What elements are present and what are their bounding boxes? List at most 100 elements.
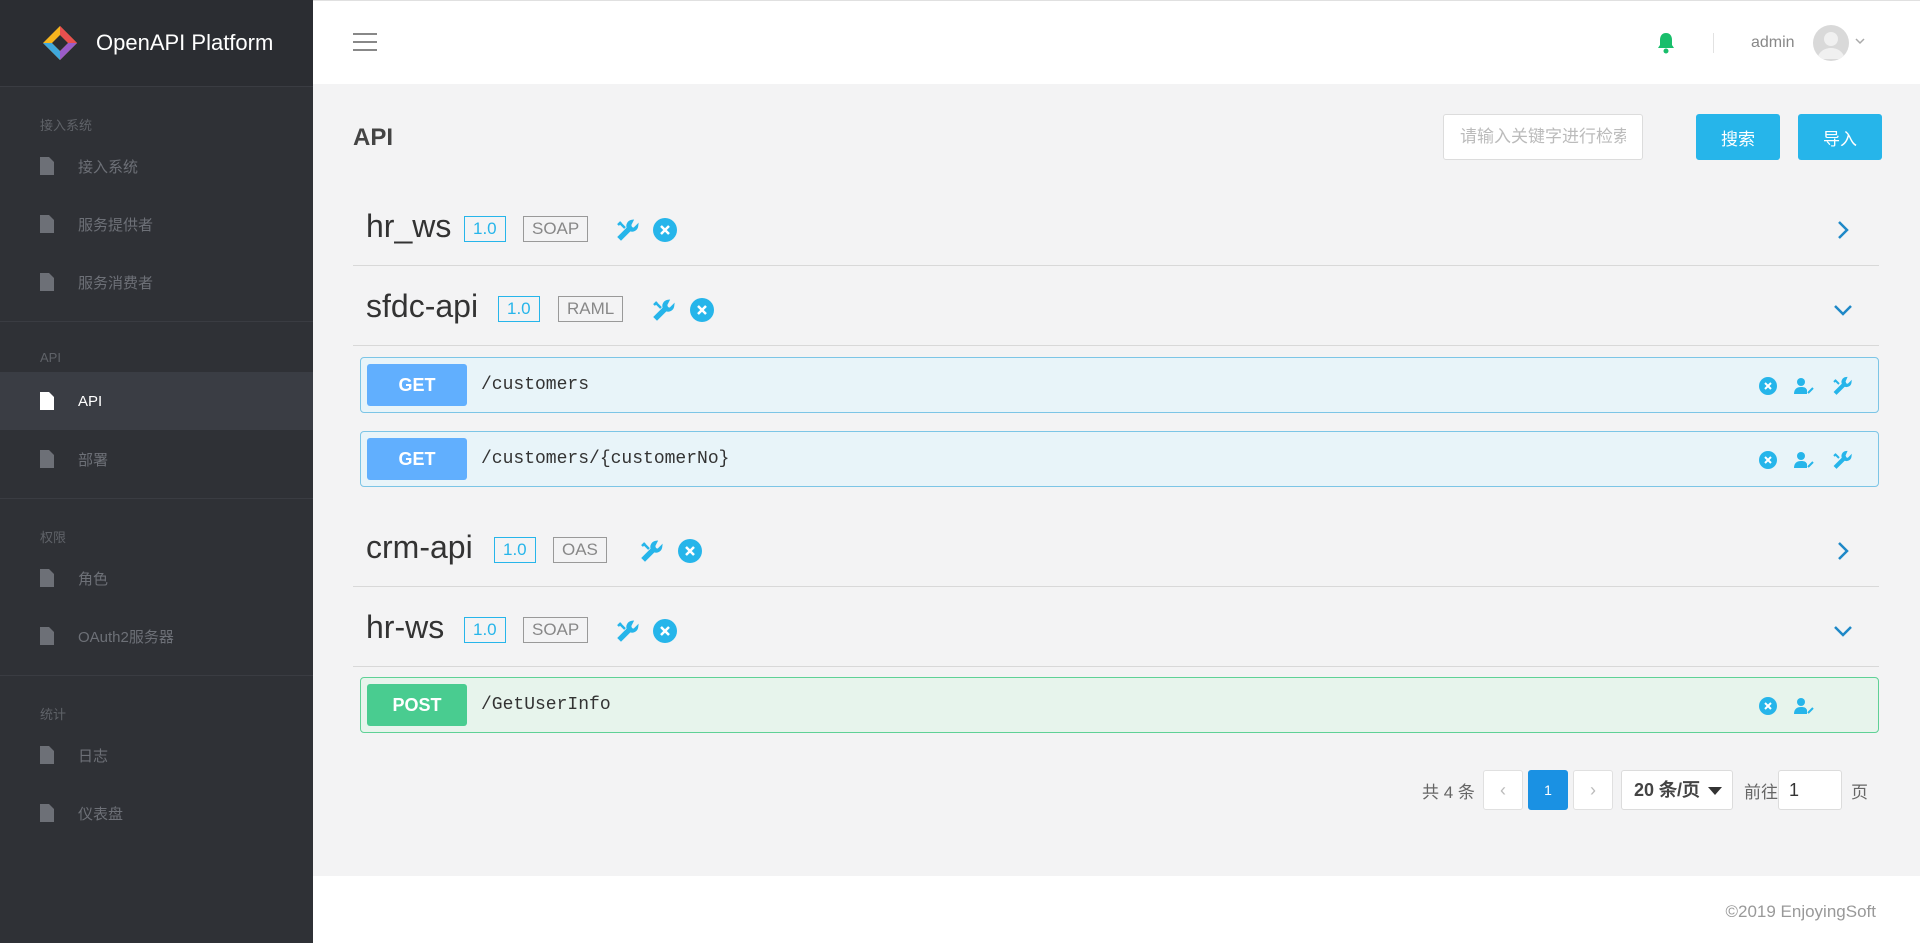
type-tag: OAS: [553, 537, 607, 563]
wrench-icon[interactable]: [615, 217, 641, 243]
version-tag: 1.0: [494, 537, 536, 563]
operation-row[interactable]: GET /customers: [360, 357, 1879, 413]
sidebar-item-access-system[interactable]: 接入系统: [0, 137, 313, 195]
wrench-icon[interactable]: [615, 618, 641, 644]
brand: OpenAPI Platform: [0, 0, 313, 86]
api-header-hr-ws[interactable]: hr-ws 1.0 SOAP: [353, 587, 1879, 667]
user-edit-icon[interactable]: [1793, 449, 1815, 471]
chevron-right-icon[interactable]: [1831, 218, 1855, 242]
sidebar-group-stats: 统计 日志 仪表盘: [0, 675, 313, 852]
footer: ©2019 EnjoyingSoft: [313, 876, 1920, 943]
menu-icon[interactable]: [353, 33, 377, 53]
wrench-icon[interactable]: [639, 538, 665, 564]
file-icon: [40, 627, 54, 645]
file-icon: [40, 392, 54, 410]
search-input[interactable]: [1443, 114, 1643, 160]
api-name: hr_ws: [366, 208, 452, 244]
page-title: API: [353, 124, 394, 151]
app-title: OpenAPI Platform: [96, 30, 274, 55]
chevron-down-icon[interactable]: [1854, 35, 1866, 47]
sidebar-item-label: 部署: [78, 451, 109, 469]
sidebar-item-provider[interactable]: 服务提供者: [0, 195, 313, 253]
sidebar-group-permission: 权限 角色 OAuth2服务器: [0, 498, 313, 675]
type-tag: SOAP: [523, 216, 589, 242]
operation-path: /customers/{customerNo}: [481, 449, 730, 469]
sidebar-item-dashboard[interactable]: 仪表盘: [0, 784, 313, 842]
sidebar-item-label: API: [78, 392, 103, 410]
sidebar-item-log[interactable]: 日志: [0, 726, 313, 784]
sidebar: OpenAPI Platform 接入系统 接入系统 服务提供者 服务消费者 A…: [0, 0, 313, 943]
file-icon: [40, 273, 54, 291]
api-name: hr-ws: [366, 609, 445, 645]
sidebar-item-label: 日志: [78, 747, 109, 765]
close-circle-icon[interactable]: [652, 217, 678, 243]
close-circle-icon[interactable]: [652, 618, 678, 644]
api-header-crm-api[interactable]: crm-api 1.0 OAS: [353, 507, 1879, 587]
file-icon: [40, 215, 54, 233]
pagination-next-button[interactable]: ›: [1573, 770, 1613, 810]
sidebar-item-consumer[interactable]: 服务消费者: [0, 253, 313, 311]
close-circle-icon[interactable]: [677, 538, 703, 564]
operation-row[interactable]: GET /customers/{customerNo}: [360, 431, 1879, 487]
operation-path: /customers: [481, 375, 590, 395]
operation-path: /GetUserInfo: [481, 695, 611, 715]
wrench-icon[interactable]: [1831, 375, 1853, 397]
chevron-right-icon[interactable]: [1831, 539, 1855, 563]
username[interactable]: admin: [1751, 34, 1795, 52]
api-header-sfdc-api[interactable]: sfdc-api 1.0 RAML: [353, 266, 1879, 346]
close-circle-icon[interactable]: [1757, 375, 1779, 397]
operation-row[interactable]: POST /GetUserInfo: [360, 677, 1879, 733]
type-tag: RAML: [558, 296, 624, 322]
sidebar-group-title: API: [40, 350, 61, 365]
sidebar-item-label: 接入系统: [78, 158, 139, 176]
close-circle-icon[interactable]: [1757, 695, 1779, 717]
sidebar-item-label: OAuth2服务器: [78, 628, 174, 646]
sidebar-group-api: API API 部署: [0, 321, 313, 498]
close-circle-icon[interactable]: [689, 297, 715, 323]
page-suffix-label: 页: [1851, 783, 1868, 802]
method-badge: GET: [367, 438, 467, 480]
page-size-select[interactable]: 20 条/页: [1621, 770, 1733, 810]
version-tag: 1.0: [464, 617, 506, 643]
version-tag: 1.0: [464, 216, 506, 242]
file-icon: [40, 450, 54, 468]
version-tag: 1.0: [498, 296, 540, 322]
import-button[interactable]: 导入: [1798, 114, 1882, 160]
api-name: sfdc-api: [366, 288, 479, 324]
method-badge: GET: [367, 364, 467, 406]
pagination-total: 共 4 条: [1422, 783, 1475, 802]
close-circle-icon[interactable]: [1757, 449, 1779, 471]
pagination-page-button[interactable]: 1: [1528, 770, 1568, 810]
bell-icon[interactable]: [1655, 31, 1677, 55]
type-tag: SOAP: [523, 617, 589, 643]
method-badge: POST: [367, 684, 467, 726]
pagination-prev-button[interactable]: ‹: [1483, 770, 1523, 810]
avatar-icon[interactable]: [1813, 25, 1849, 61]
copyright: ©2019 EnjoyingSoft: [1725, 902, 1876, 921]
search-button[interactable]: 搜索: [1696, 114, 1780, 160]
user-edit-icon[interactable]: [1793, 695, 1815, 717]
user-edit-icon[interactable]: [1793, 375, 1815, 397]
sidebar-group-title: 统计: [40, 707, 67, 722]
sidebar-item-label: 服务消费者: [78, 274, 154, 292]
goto-label: 前往: [1744, 783, 1778, 802]
chevron-down-icon[interactable]: [1831, 619, 1855, 643]
sidebar-item-label: 角色: [78, 570, 109, 588]
sidebar-item-oauth2[interactable]: OAuth2服务器: [0, 607, 313, 665]
sidebar-item-deploy[interactable]: 部署: [0, 430, 313, 488]
header-divider: [1713, 33, 1714, 53]
file-icon: [40, 157, 54, 175]
api-header-hr_ws[interactable]: hr_ws 1.0 SOAP: [353, 186, 1879, 266]
caret-down-icon: [1708, 787, 1722, 795]
file-icon: [40, 746, 54, 764]
sidebar-item-label: 服务提供者: [78, 216, 154, 234]
api-name: crm-api: [366, 529, 473, 565]
wrench-icon[interactable]: [651, 297, 677, 323]
sidebar-item-role[interactable]: 角色: [0, 549, 313, 607]
wrench-icon[interactable]: [1831, 449, 1853, 471]
sidebar-group-title: 权限: [40, 530, 67, 545]
chevron-down-icon[interactable]: [1831, 298, 1855, 322]
sidebar-item-api[interactable]: API: [0, 372, 313, 430]
logo-icon: [43, 26, 77, 60]
goto-page-input[interactable]: [1778, 770, 1842, 810]
